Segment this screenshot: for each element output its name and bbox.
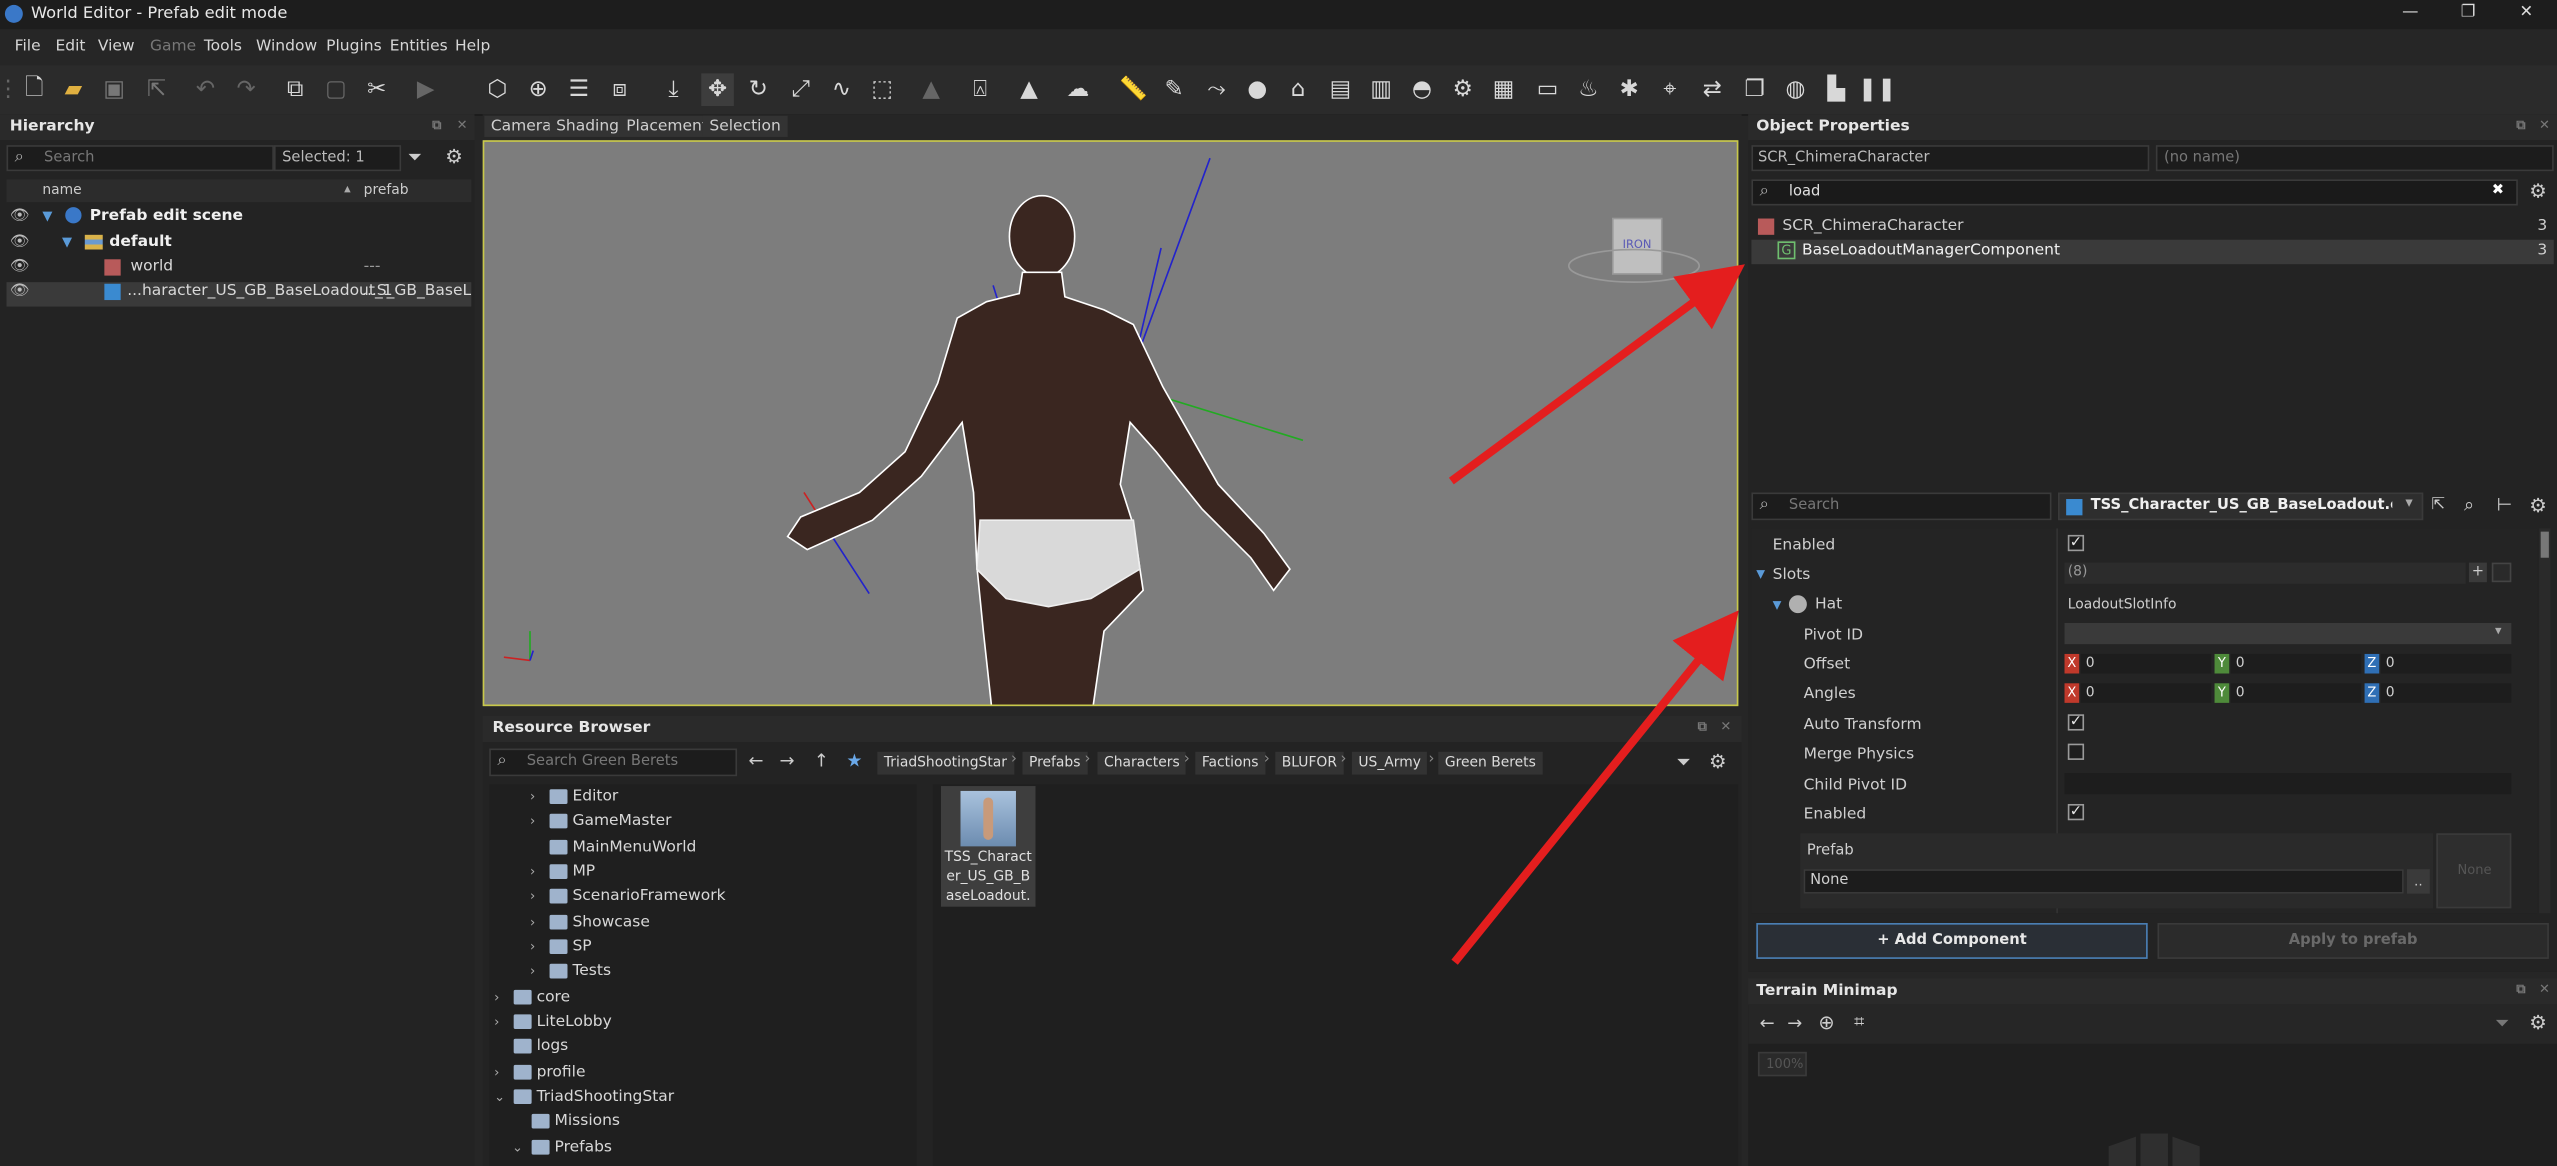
red-arrow-slot — [1451, 610, 1739, 965]
red-arrow-component — [1448, 264, 1745, 485]
annotation-overlay — [1448, 264, 1745, 965]
